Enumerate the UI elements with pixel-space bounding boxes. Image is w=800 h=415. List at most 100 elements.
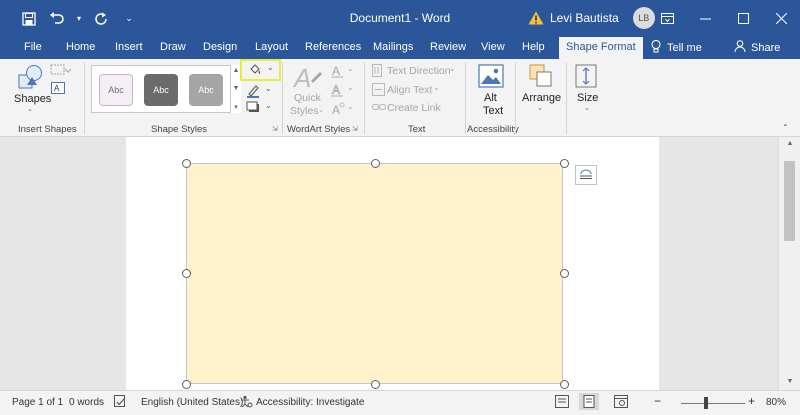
focus-mode-icon[interactable] (555, 395, 569, 411)
size-label[interactable]: Size (577, 92, 598, 104)
rectangle-shape[interactable] (186, 163, 563, 384)
create-link-icon[interactable] (372, 102, 386, 115)
size-dropdown-icon[interactable]: ⌄ (584, 104, 590, 112)
tab-view[interactable]: View (481, 37, 505, 59)
gallery-more-icon[interactable]: ▾ (234, 103, 238, 111)
customize-qat-icon[interactable]: ⌄ (118, 8, 140, 30)
maximize-icon[interactable] (724, 0, 762, 37)
shape-effects-icon[interactable] (246, 101, 260, 116)
undo-icon[interactable] (46, 8, 68, 30)
outline-dropdown-icon[interactable]: ⌄ (265, 84, 272, 93)
resize-handle-middle-right[interactable] (560, 269, 569, 278)
text-direction-dropdown-icon[interactable]: ⌄ (449, 64, 456, 73)
edit-shape-icon[interactable] (50, 63, 72, 79)
wordart-dialog-launcher-icon[interactable]: ⇲ (352, 125, 358, 133)
resize-handle-middle-left[interactable] (182, 269, 191, 278)
quick-styles-label-2[interactable]: Styles (290, 105, 319, 117)
style-swatch-light[interactable]: Abc (99, 74, 133, 106)
close-icon[interactable] (762, 0, 800, 37)
accessibility-icon[interactable] (240, 395, 253, 411)
shapes-gallery-icon[interactable] (17, 63, 45, 96)
tab-insert[interactable]: Insert (115, 37, 143, 59)
user-name[interactable]: Levi Bautista (550, 11, 619, 25)
scrollbar-thumb[interactable] (784, 161, 795, 241)
minimize-icon[interactable] (686, 0, 724, 37)
tab-review[interactable]: Review (430, 37, 466, 59)
save-icon[interactable] (18, 8, 40, 30)
zoom-slider-thumb[interactable] (703, 397, 708, 409)
vertical-scrollbar[interactable]: ▲ ▼ (778, 137, 800, 390)
shape-outline-icon[interactable] (246, 84, 260, 101)
resize-handle-top-middle[interactable] (371, 159, 380, 168)
tab-shape-format[interactable]: Shape Format (559, 37, 643, 59)
text-outline-dropdown-icon[interactable]: ⌄ (347, 83, 354, 92)
effects-dropdown-icon[interactable]: ⌄ (265, 101, 272, 110)
tab-design[interactable]: Design (203, 37, 237, 59)
alt-text-icon[interactable] (478, 64, 504, 91)
zoom-out-button[interactable]: − (654, 394, 661, 408)
text-outline-icon[interactable]: A (331, 83, 345, 100)
warning-icon[interactable] (528, 11, 544, 25)
proofing-icon[interactable] (114, 395, 127, 411)
accessibility-status[interactable]: Accessibility: Investigate (256, 397, 364, 408)
text-direction-label[interactable]: Text Direction (387, 65, 451, 77)
shapes-dropdown-icon[interactable]: ⌄ (27, 105, 33, 113)
collapse-ribbon-icon[interactable]: ⌃ (782, 123, 789, 132)
alt-text-label-2[interactable]: Text (483, 105, 503, 117)
quick-styles-label-1[interactable]: Quick (294, 92, 321, 104)
text-fill-icon[interactable]: A (331, 64, 345, 81)
page-count[interactable]: Page 1 of 1 (12, 397, 63, 408)
gallery-down-icon[interactable]: ▼ (233, 85, 240, 92)
resize-handle-bottom-left[interactable] (182, 380, 191, 389)
arrange-label[interactable]: Arrange (522, 92, 561, 104)
word-count[interactable]: 0 words (69, 397, 104, 408)
language-status[interactable]: English (United States) (141, 397, 243, 408)
resize-handle-top-left[interactable] (182, 159, 191, 168)
style-swatch-gray[interactable]: Abc (189, 74, 223, 106)
shapes-button-label[interactable]: Shapes (14, 93, 51, 105)
shape-styles-gallery[interactable]: Abc Abc Abc (91, 65, 241, 113)
layout-options-button[interactable] (575, 165, 597, 185)
text-box-icon[interactable]: A (51, 82, 65, 97)
undo-dropdown-icon[interactable]: ▾ (74, 8, 84, 30)
size-icon[interactable] (575, 64, 597, 91)
wordart-a-icon[interactable]: A (292, 63, 323, 94)
align-text-icon[interactable] (372, 83, 386, 99)
share-button[interactable]: Share (734, 40, 780, 55)
scroll-down-icon[interactable]: ▼ (779, 378, 800, 385)
create-link-label[interactable]: Create Link (387, 102, 441, 114)
tab-home[interactable]: Home (66, 37, 95, 59)
tab-layout[interactable]: Layout (255, 37, 288, 59)
style-swatch-dark[interactable]: Abc (144, 74, 178, 106)
tell-me-search[interactable]: Tell me (651, 39, 702, 56)
resize-handle-top-right[interactable] (560, 159, 569, 168)
align-text-dropdown-icon[interactable]: ⌄ (433, 83, 440, 92)
scroll-up-icon[interactable]: ▲ (779, 140, 800, 147)
zoom-slider-track[interactable] (681, 403, 745, 404)
redo-icon[interactable] (90, 8, 112, 30)
arrange-dropdown-icon[interactable]: ⌄ (537, 104, 543, 112)
align-text-label[interactable]: Align Text (387, 84, 432, 96)
document-canvas[interactable] (0, 137, 778, 390)
document-page[interactable] (126, 137, 659, 390)
ribbon-display-options-icon[interactable] (648, 0, 686, 37)
print-layout-button[interactable] (579, 393, 599, 410)
quick-styles-dropdown-icon[interactable]: ⌄ (318, 106, 324, 114)
gallery-up-icon[interactable]: ▲ (233, 67, 240, 74)
zoom-in-button[interactable]: + (748, 394, 755, 408)
arrange-icon[interactable] (529, 64, 553, 91)
tab-references[interactable]: References (305, 37, 361, 59)
resize-handle-bottom-right[interactable] (560, 380, 569, 389)
web-layout-icon[interactable] (614, 395, 628, 411)
text-effects-icon[interactable]: A (331, 102, 345, 119)
alt-text-label-1[interactable]: Alt (484, 92, 497, 104)
tab-mailings[interactable]: Mailings (373, 37, 413, 59)
resize-handle-bottom-middle[interactable] (371, 380, 380, 389)
tab-file[interactable]: File (24, 37, 42, 59)
tab-draw[interactable]: Draw (160, 37, 186, 59)
zoom-level[interactable]: 80% (766, 397, 786, 408)
shape-styles-dialog-launcher-icon[interactable]: ⇲ (272, 125, 278, 133)
text-direction-icon[interactable] (372, 64, 386, 80)
shape-fill-button[interactable]: ⌄ (240, 59, 281, 81)
text-effects-dropdown-icon[interactable]: ⌄ (347, 102, 354, 111)
